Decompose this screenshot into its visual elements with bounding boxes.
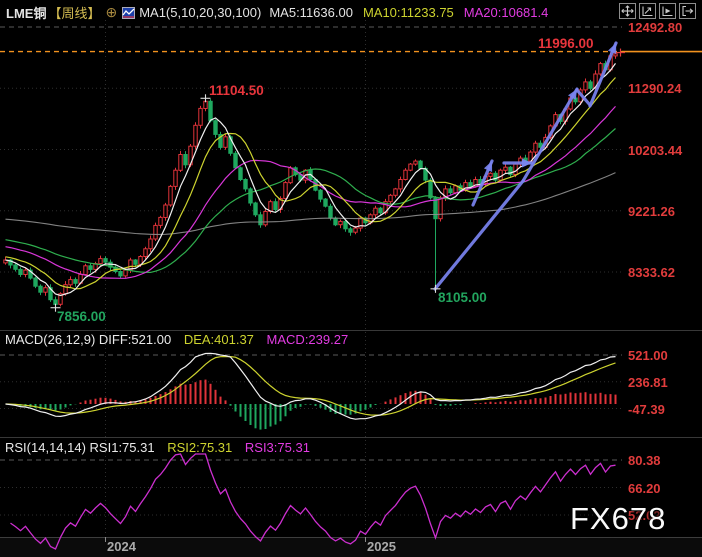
ma5-value: MA5:11636.00 (269, 5, 353, 20)
pan-tool-button[interactable] (619, 3, 636, 19)
rsi3-value: RSI3:75.31 (245, 440, 310, 455)
ma20-value: MA20:10681.4 (464, 5, 549, 20)
ma-settings-label: MA1(5,10,20,30,100) (139, 5, 261, 20)
axis-zoom-button[interactable] (639, 3, 656, 19)
instrument-name: LME铜 (6, 3, 46, 22)
macd-pane-header: MACD(26,12,9) DIFF:521.00 DEA:401.37 MAC… (5, 332, 348, 347)
expand-icon[interactable]: ⊕ (105, 4, 117, 21)
fx678-watermark: FX678 (570, 501, 666, 537)
x-axis-year-2024: 2024 (107, 539, 136, 554)
macd-hist-value: MACD:239.27 (267, 332, 349, 347)
price-chart-canvas[interactable] (0, 0, 702, 557)
rsi2-value: RSI2:75.31 (167, 440, 232, 455)
timeframe-label: 【周线】 (48, 3, 100, 22)
chart-header: LME铜 【周线】 ⊕ MA1(5,10,20,30,100) MA5:1163… (6, 3, 548, 22)
macd-dea-value: DEA:401.37 (184, 332, 254, 347)
export-chart-button[interactable] (679, 3, 696, 19)
chart-toolbar (619, 3, 696, 19)
rsi-pane-header: RSI(14,14,14) RSI1:75.31 RSI2:75.31 RSI3… (5, 440, 310, 455)
mini-chart-icon[interactable] (122, 7, 135, 19)
trading-app-screen: LME铜 【周线】 ⊕ MA1(5,10,20,30,100) MA5:1163… (0, 0, 702, 557)
axis-play-button[interactable] (659, 3, 676, 19)
ma10-value: MA10:11233.75 (363, 5, 454, 20)
rsi1-value: RSI(14,14,14) RSI1:75.31 (5, 440, 155, 455)
macd-diff-value: MACD(26,12,9) DIFF:521.00 (5, 332, 171, 347)
x-axis-year-2025: 2025 (367, 539, 396, 554)
